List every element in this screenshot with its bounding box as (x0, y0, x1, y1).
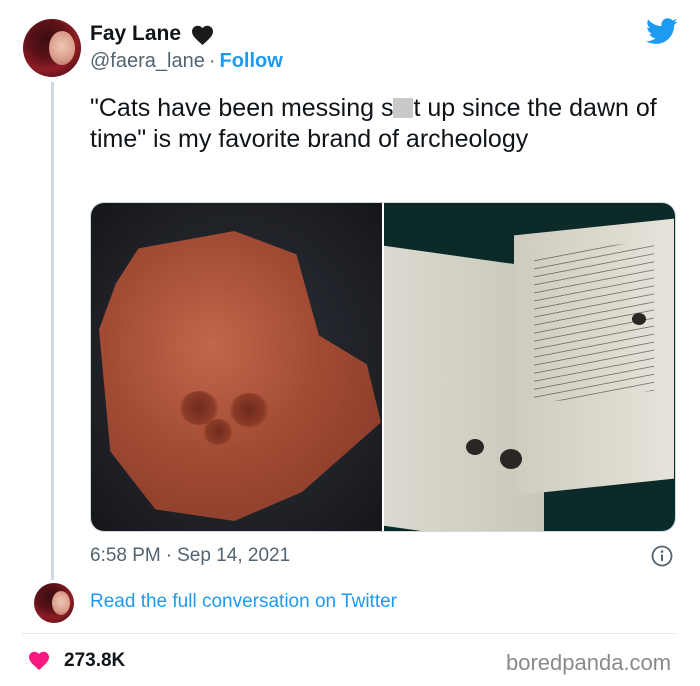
watermark: boredpanda.com (506, 650, 672, 675)
brick-shape (99, 231, 381, 521)
user-handle[interactable]: @faera_lane (90, 50, 205, 72)
avatar-face (52, 591, 70, 615)
like-heart-icon[interactable] (27, 650, 51, 671)
divider (22, 633, 676, 634)
handle-row: @faera_lane · Follow (90, 50, 283, 73)
timestamp-separator: · (165, 545, 173, 566)
read-conversation-link[interactable]: Read the full conversation on Twitter (90, 591, 397, 613)
follow-button[interactable]: Follow (220, 50, 283, 72)
tweet-text-start: "Cats have been messing s (90, 94, 394, 122)
avatar[interactable] (23, 19, 81, 77)
tweet-date: Sep 14, 2021 (177, 545, 291, 566)
reply-avatar[interactable] (34, 583, 74, 623)
paw-print (203, 419, 233, 445)
tweet-timestamp[interactable]: 6:58 PM · Sep 14, 2021 (90, 545, 290, 567)
tweet-card: Fay Lane @faera_lane · Follow "Cats have b… (0, 0, 700, 686)
tweet-time: 6:58 PM (90, 545, 161, 566)
tweet-text: "Cats have been messing st up since the … (90, 93, 670, 155)
censor-block (393, 98, 414, 118)
avatar-face (49, 31, 75, 65)
photo-manuscript-paw-prints[interactable] (384, 203, 675, 531)
tweet-media[interactable] (90, 202, 676, 532)
cat-ink-print (466, 439, 484, 455)
thread-line (51, 82, 54, 580)
like-count[interactable]: 273.8K (64, 650, 125, 672)
info-icon[interactable] (651, 545, 673, 567)
manuscript-book (384, 217, 675, 531)
twitter-bird-icon[interactable] (646, 18, 678, 45)
handle-separator: · (208, 50, 216, 72)
display-name[interactable]: Fay Lane (90, 22, 181, 46)
black-heart-icon (192, 25, 213, 45)
cat-ink-print (632, 313, 646, 325)
cat-ink-print (500, 449, 522, 469)
photo-brick-paw-prints[interactable] (91, 203, 382, 531)
paw-print (229, 393, 269, 427)
